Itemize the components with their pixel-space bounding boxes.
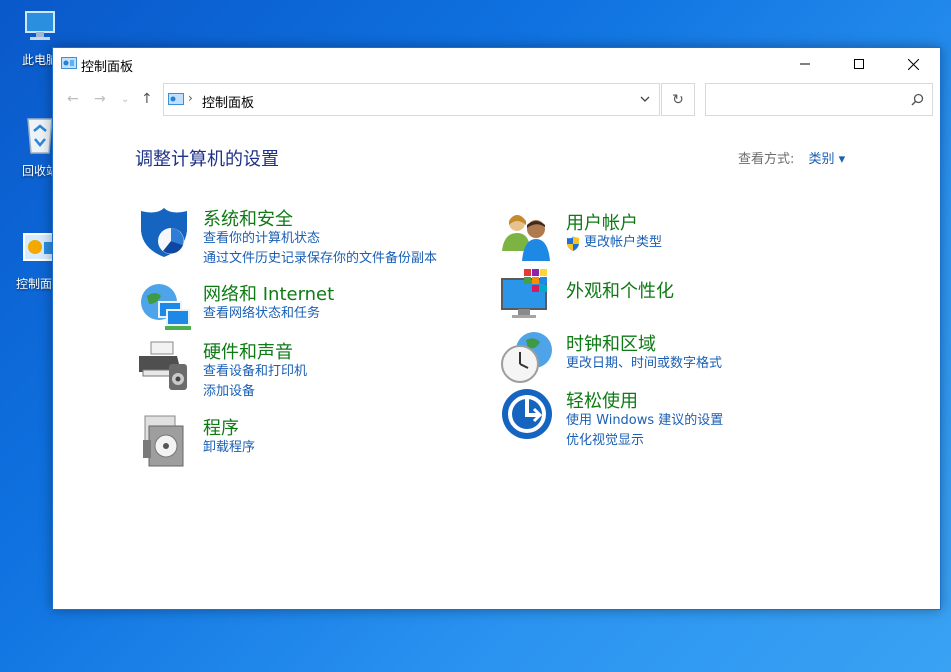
clock-globe-icon — [501, 332, 552, 383]
shield-icon — [141, 208, 187, 257]
link-view-computer-status[interactable]: 查看你的计算机状态 — [203, 229, 437, 249]
category-title[interactable]: 外观和个性化 — [566, 277, 674, 303]
control-panel-app-icon — [61, 57, 77, 69]
view-mode: 查看方式: 类别 ▾ — [738, 148, 845, 167]
minimize-button[interactable] — [782, 48, 828, 80]
view-mode-dropdown[interactable]: 类别 ▾ — [809, 152, 846, 167]
users-icon — [502, 215, 550, 261]
category-title[interactable]: 用户帐户 — [566, 209, 638, 235]
monitor-palette-icon — [501, 269, 547, 318]
search-input[interactable] — [705, 83, 933, 116]
view-mode-label: 查看方式: — [738, 152, 795, 167]
category-title[interactable]: 系统和安全 — [203, 205, 293, 231]
close-icon — [907, 58, 919, 70]
category-title[interactable]: 程序 — [203, 414, 239, 440]
link-optimize-visual-display[interactable]: 优化视觉显示 — [566, 431, 723, 451]
ease-of-access-icon — [502, 389, 552, 439]
link-file-history-backup[interactable]: 通过文件历史记录保存你的文件备份副本 — [203, 249, 437, 269]
category-title[interactable]: 网络和 Internet — [203, 280, 334, 306]
back-arrow-icon[interactable]: ← — [67, 91, 79, 107]
search-icon — [911, 93, 924, 106]
window-title: 控制面板 — [81, 60, 134, 75]
forward-arrow-icon[interactable]: → — [94, 91, 106, 107]
link-windows-recommended-settings[interactable]: 使用 Windows 建议的设置 — [566, 411, 723, 431]
address-bar[interactable]: › 控制面板 — [163, 83, 660, 116]
network-globe-icon — [141, 284, 191, 330]
link-change-account-type-label: 更改帐户类型 — [584, 235, 663, 250]
category-title[interactable]: 轻松使用 — [566, 387, 638, 413]
chevron-down-icon[interactable] — [639, 93, 651, 105]
control-panel-window: 控制面板 ← → ⌄ ↑ › 控制面板 ↻ 调整计算机的设置 查看方式: 类别 … — [52, 47, 941, 610]
breadcrumb[interactable]: 控制面板 — [202, 92, 254, 111]
minimize-icon — [800, 63, 810, 65]
refresh-icon: ↻ — [672, 91, 684, 108]
link-change-account-type[interactable]: 更改帐户类型 — [566, 233, 662, 253]
link-uninstall-program[interactable]: 卸载程序 — [203, 438, 255, 458]
page-title: 调整计算机的设置 — [135, 149, 279, 170]
link-network-status[interactable]: 查看网络状态和任务 — [203, 304, 320, 324]
link-change-date-time-format[interactable]: 更改日期、时间或数字格式 — [566, 354, 722, 374]
link-add-device[interactable]: 添加设备 — [203, 382, 307, 402]
printer-speaker-icon — [139, 341, 187, 390]
up-arrow-icon[interactable]: ↑ — [141, 91, 153, 107]
recent-locations-chevron-icon[interactable]: ⌄ — [121, 94, 129, 105]
refresh-button[interactable]: ↻ — [661, 83, 695, 116]
maximize-button[interactable] — [836, 48, 882, 80]
category-title[interactable]: 硬件和声音 — [203, 338, 293, 364]
category-title[interactable]: 时钟和区域 — [566, 330, 656, 356]
link-devices-printers[interactable]: 查看设备和打印机 — [203, 362, 307, 382]
control-panel-small-icon — [168, 93, 184, 105]
maximize-icon — [854, 59, 864, 69]
uac-shield-icon — [567, 236, 579, 251]
title-bar[interactable]: 控制面板 — [53, 48, 940, 80]
breadcrumb-separator-icon: › — [188, 91, 193, 105]
navigation-bar: ← → ⌄ ↑ › 控制面板 ↻ — [53, 82, 940, 118]
programs-disc-icon — [143, 415, 184, 467]
close-button[interactable] — [890, 48, 936, 80]
computer-icon — [25, 11, 55, 40]
